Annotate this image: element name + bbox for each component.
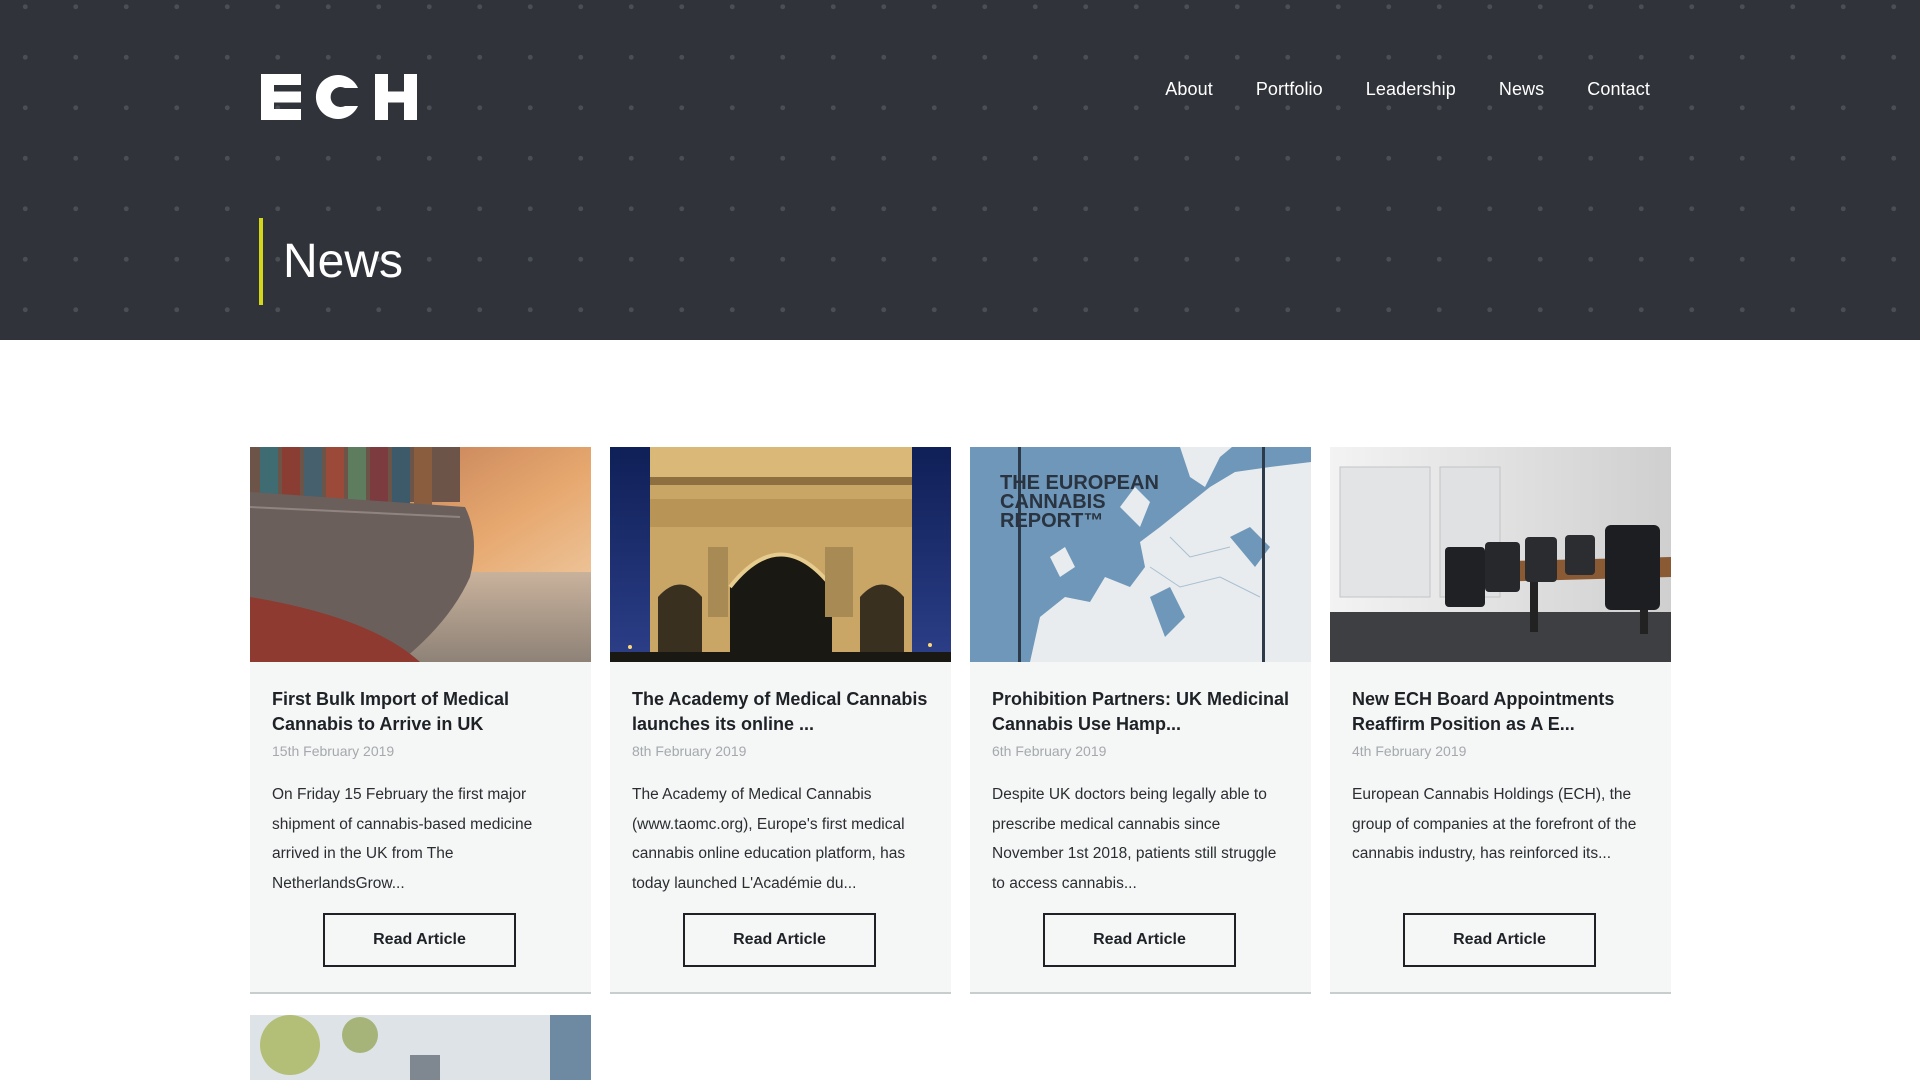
card-excerpt: European Cannabis Holdings (ECH), the gr… [1352,786,1637,862]
nav-leadership[interactable]: Leadership [1366,76,1456,102]
card-title[interactable]: New ECH Board Appointments Reaffirm Posi… [1352,687,1652,737]
news-card: THE EUROPEAN CANNABIS REPORT™ Prohibitio… [970,447,1311,994]
nav-contact[interactable]: Contact [1587,76,1650,102]
nav-about[interactable]: About [1165,76,1213,102]
news-card: The Academy of Medical Cannabis launches… [610,447,951,994]
read-article-button[interactable]: Read Article [1043,913,1236,967]
read-article-button[interactable]: Read Article [1403,913,1596,967]
cargo-ship-image[interactable] [250,447,591,662]
read-article-button[interactable]: Read Article [323,913,516,967]
read-article-button[interactable]: Read Article [683,913,876,967]
main-nav: About Portfolio Leadership News Contact [1122,76,1650,102]
card-excerpt: The Academy of Medical Cannabis (www.tao… [632,786,906,892]
boardroom-image[interactable] [1330,447,1671,662]
card-date: 8th February 2019 [632,743,747,759]
card-excerpt: On Friday 15 February the first major sh… [272,786,533,892]
page-title: News [283,235,404,288]
card-title[interactable]: Prohibition Partners: UK Medicinal Canna… [992,687,1292,737]
ech-logo[interactable] [261,74,417,120]
news-card: New ECH Board Appointments Reaffirm Posi… [1330,447,1671,994]
card-title[interactable]: The Academy of Medical Cannabis launches… [632,687,932,737]
card-date: 15th February 2019 [272,743,395,759]
card-excerpt: Despite UK doctors being legally able to… [992,786,1277,892]
nav-news[interactable]: News [1499,76,1544,102]
european-cannabis-report-image[interactable]: THE EUROPEAN CANNABIS REPORT™ [970,447,1311,662]
svg-text:REPORT™: REPORT™ [1000,510,1103,532]
card-title[interactable]: First Bulk Import of Medical Cannabis to… [272,687,572,737]
news-card: First Bulk Import of Medical Cannabis to… [250,447,591,994]
news-card-image-partial[interactable] [250,1015,591,1080]
card-date: 4th February 2019 [1352,743,1467,759]
site-header: About Portfolio Leadership News Contact … [0,0,1920,340]
card-date: 6th February 2019 [992,743,1107,759]
arc-de-triomphe-image[interactable] [610,447,951,662]
page-title-block: News [259,218,403,305]
nav-portfolio[interactable]: Portfolio [1256,76,1323,102]
